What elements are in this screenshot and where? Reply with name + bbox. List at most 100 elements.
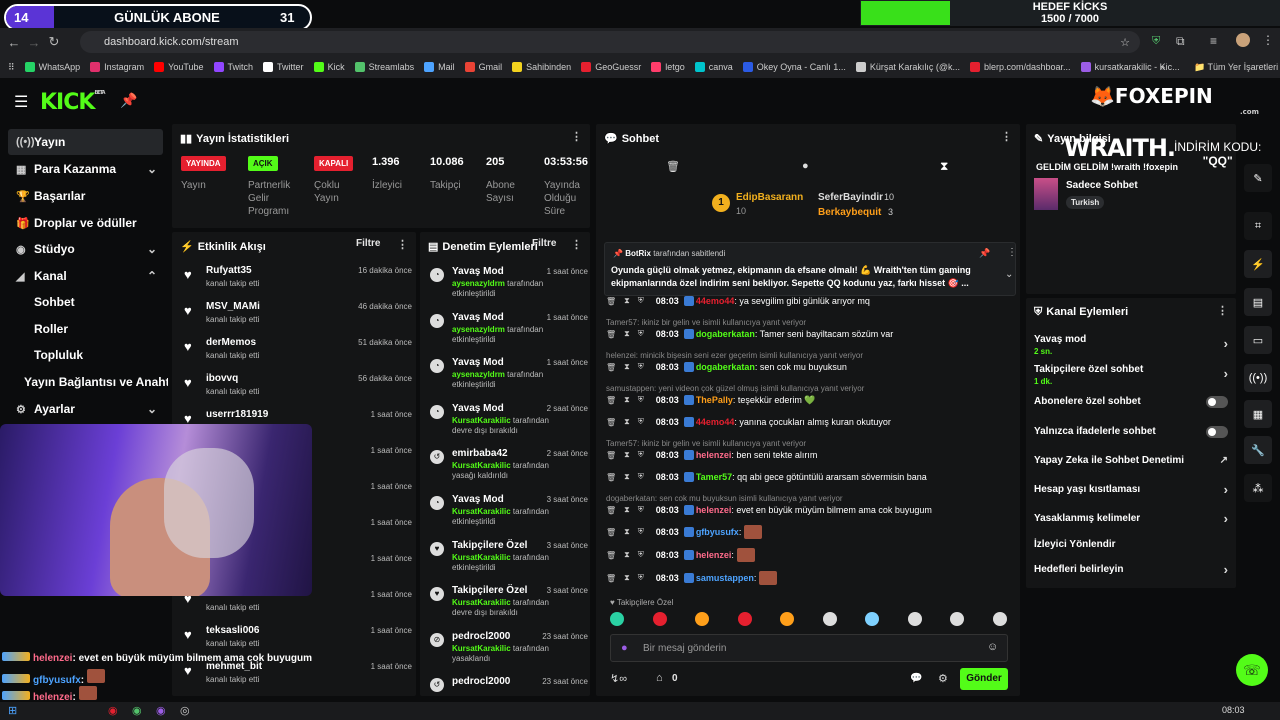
broadcast-icon[interactable]: ((•)) <box>1244 364 1272 392</box>
ban-shield-icon[interactable]: ⛨ <box>638 329 644 339</box>
timeout-hourglass-icon[interactable]: ⧗ <box>624 550 630 560</box>
chat-bubble-icon[interactable]: ▭ <box>1244 326 1272 354</box>
bookmark-item[interactable]: GeoGuessr <box>581 62 641 72</box>
bookmark-item[interactable]: Kürşat Karakılıç (@k... <box>855 62 960 72</box>
trash-icon[interactable]: 🗑 <box>666 160 680 173</box>
document-icon[interactable]: ▤ <box>1244 288 1272 316</box>
chat-message[interactable]: 🗑 ⧗ ⛨ 08:03 helenzei: <box>606 548 1006 562</box>
ban-shield-icon[interactable]: ⛨ <box>638 417 644 427</box>
bookmark-item[interactable]: Instagram <box>90 62 144 72</box>
back-icon[interactable]: ← <box>4 35 24 50</box>
more-options-icon[interactable]: ⋮ <box>571 130 582 143</box>
pin-icon[interactable]: 📌 <box>120 92 137 109</box>
chevron-down-icon[interactable]: ⌄ <box>1005 269 1013 280</box>
chat-message[interactable]: 🗑 ⧗ ⛨ 08:03 44emo44: ya sevgilim gibi günlük… <box>606 294 1006 308</box>
ban-shield-icon[interactable]: ⛨ <box>638 472 644 482</box>
extensions-icon[interactable]: ⧉ <box>1176 34 1185 49</box>
chat-username[interactable]: ThePally <box>696 395 733 405</box>
emote-button[interactable] <box>780 612 794 626</box>
bookmark-item[interactable]: Gmail <box>464 62 502 72</box>
ban-shield-icon[interactable]: ⛨ <box>638 395 644 405</box>
activity-row[interactable]: ♥ ibovvq kanalı takip etti 56 dakika önce <box>180 370 412 404</box>
hamburger-menu-icon[interactable]: ☰ <box>14 92 28 112</box>
chat-username[interactable]: dogaberkatan <box>696 362 755 372</box>
bookmark-item[interactable]: Okey Oyna - Canlı 1... <box>742 62 846 72</box>
channel-action-5[interactable]: Hesap yaşı kısıtlaması › <box>1034 482 1228 497</box>
more-bookmarks-icon[interactable]: » <box>1160 62 1165 72</box>
edit-icon[interactable]: ✎ <box>1244 164 1272 192</box>
moderation-row[interactable]: ⊘ pedrocl2000 KursatKarakilic tarafından y… <box>426 629 588 673</box>
chat-username[interactable]: samustappen <box>696 573 754 583</box>
wrench-icon[interactable]: 🔧 <box>1244 436 1272 464</box>
ban-shield-icon[interactable]: ⛨ <box>638 296 644 306</box>
delete-message-icon[interactable]: 🗑 <box>606 551 616 560</box>
delete-message-icon[interactable]: 🗑 <box>606 506 616 515</box>
store-icon[interactable]: ⌂ <box>656 672 663 684</box>
channel-action-3[interactable]: Yalnızca ifadelerle sohbet <box>1034 426 1228 438</box>
moderation-row[interactable]: ♥ Takipçilere Özel KursatKarakilic tarafın… <box>426 538 588 582</box>
emote-button[interactable] <box>610 612 624 626</box>
chat-message[interactable]: 🗑 ⧗ ⛨ 08:03 ThePally: teşekkür ederim 💚 <box>606 393 1006 407</box>
channel-action-0[interactable]: Yavaş mod 2 sn. › <box>1034 334 1228 356</box>
activity-filter-button[interactable]: Filtre <box>356 238 380 249</box>
more-options-icon[interactable]: ⋮ <box>571 238 582 251</box>
forward-icon[interactable]: → <box>24 35 44 50</box>
sidebar-item-sohbet[interactable]: Sohbet <box>8 289 163 315</box>
delete-message-icon[interactable]: 🗑 <box>606 297 616 306</box>
star-icon[interactable]: ☆ <box>1120 36 1130 49</box>
moderation-row[interactable]: ♥ Takipçilere Özel KursatKarakilic tarafın… <box>426 583 588 627</box>
chat-input[interactable]: ● Bir mesaj gönderin ☺ <box>610 634 1008 662</box>
ban-shield-icon[interactable]: ⛨ <box>638 505 644 515</box>
sidebar-item-stream-key[interactable]: Yayın Bağlantısı ve Anahtarı <box>8 369 168 395</box>
timeout-hourglass-icon[interactable]: ⧗ <box>624 450 630 460</box>
media-icon[interactable]: ≡ <box>1210 34 1217 48</box>
windows-start-icon[interactable]: ⊞ <box>8 704 17 717</box>
emoji-icon[interactable]: ☺ <box>987 641 998 653</box>
emote-button[interactable] <box>907 612 922 626</box>
delete-message-icon[interactable]: 🗑 <box>606 330 616 339</box>
activity-row[interactable]: ♥ derMemos kanalı takip etti 51 dakika önce <box>180 334 412 368</box>
timeout-hourglass-icon[interactable]: ⧗ <box>624 505 630 515</box>
profile-avatar[interactable] <box>1236 33 1250 47</box>
sidebar-item-topluluk[interactable]: Topluluk <box>8 342 163 368</box>
emote-button[interactable] <box>652 612 667 626</box>
sidebar-item-para-kazanma[interactable]: ▦ Para Kazanma ⌄ <box>8 156 163 182</box>
chat-username[interactable]: Tamer57 <box>696 472 732 482</box>
chat-username[interactable]: helenzei <box>696 505 732 515</box>
activity-row[interactable]: ♥ teksasli006 kanalı takip etti 1 saat önce <box>180 622 412 656</box>
chat-message[interactable]: 🗑 ⧗ ⛨ 08:03 dogaberkatan: sen cok mu buyuksu… <box>606 360 1006 374</box>
emote-button[interactable] <box>822 612 837 626</box>
support-chat-button[interactable]: ☏ <box>1236 654 1268 686</box>
bookmark-item[interactable]: WhatsApp <box>24 62 80 72</box>
timeout-hourglass-icon[interactable]: ⧗ <box>624 362 630 372</box>
share-icon[interactable]: ⁂ <box>1244 474 1272 502</box>
moderation-row[interactable]: ◔ Yavaş Mod aysenazyldrm tarafından etkinl… <box>426 355 588 399</box>
reload-icon[interactable]: ↻ <box>44 34 64 50</box>
activity-row[interactable]: ♥ Rufyatt35 kanalı takip etti 16 dakika önc… <box>180 262 412 296</box>
ban-shield-icon[interactable]: ⛨ <box>638 450 644 460</box>
unpin-icon[interactable]: 📌 <box>979 248 990 259</box>
chat-bubble-icon[interactable]: 💬 <box>910 673 922 684</box>
chat-tab-icon[interactable]: ● <box>802 160 809 172</box>
moderation-row[interactable]: ↺ pedrocl2000 23 saat önce <box>426 674 588 696</box>
timeout-hourglass-icon[interactable]: ⧗ <box>624 472 630 482</box>
toggle-switch[interactable] <box>1206 426 1228 438</box>
delete-message-icon[interactable]: 🗑 <box>606 363 616 372</box>
sidebar-item-ayarlar[interactable]: ⚙ Ayarlar ⌄ <box>8 396 163 422</box>
chat-username[interactable]: 44emo44 <box>696 296 735 306</box>
top-gifter-name[interactable]: EdipBasarann <box>736 192 803 203</box>
toggle-switch[interactable] <box>1206 396 1228 408</box>
category-name[interactable]: Sadece Sohbet <box>1066 180 1138 191</box>
emote-button[interactable] <box>992 612 1007 626</box>
moderation-row[interactable]: ◔ Yavaş Mod aysenazyldrm tarafından etkinl… <box>426 264 588 308</box>
moderation-row[interactable]: ◔ Yavaş Mod aysenazyldrm tarafından etkinl… <box>426 310 588 354</box>
channel-action-6[interactable]: Yasaklanmış kelimeler › <box>1034 511 1228 526</box>
channel-action-2[interactable]: Abonelere özel sohbet <box>1034 396 1228 408</box>
timeout-hourglass-icon[interactable]: ⧗ <box>624 329 630 339</box>
sidebar-item-roller[interactable]: Roller <box>8 316 163 342</box>
send-button[interactable]: Gönder <box>960 668 1008 690</box>
chat-username[interactable]: 44emo44 <box>696 417 735 427</box>
activity-row[interactable]: ♥ MSV_MAMi kanalı takip etti 46 dakika önce <box>180 298 412 332</box>
timeout-hourglass-icon[interactable]: ⧗ <box>624 395 630 405</box>
browser-taskbar-icon[interactable]: ◉ <box>108 704 118 717</box>
